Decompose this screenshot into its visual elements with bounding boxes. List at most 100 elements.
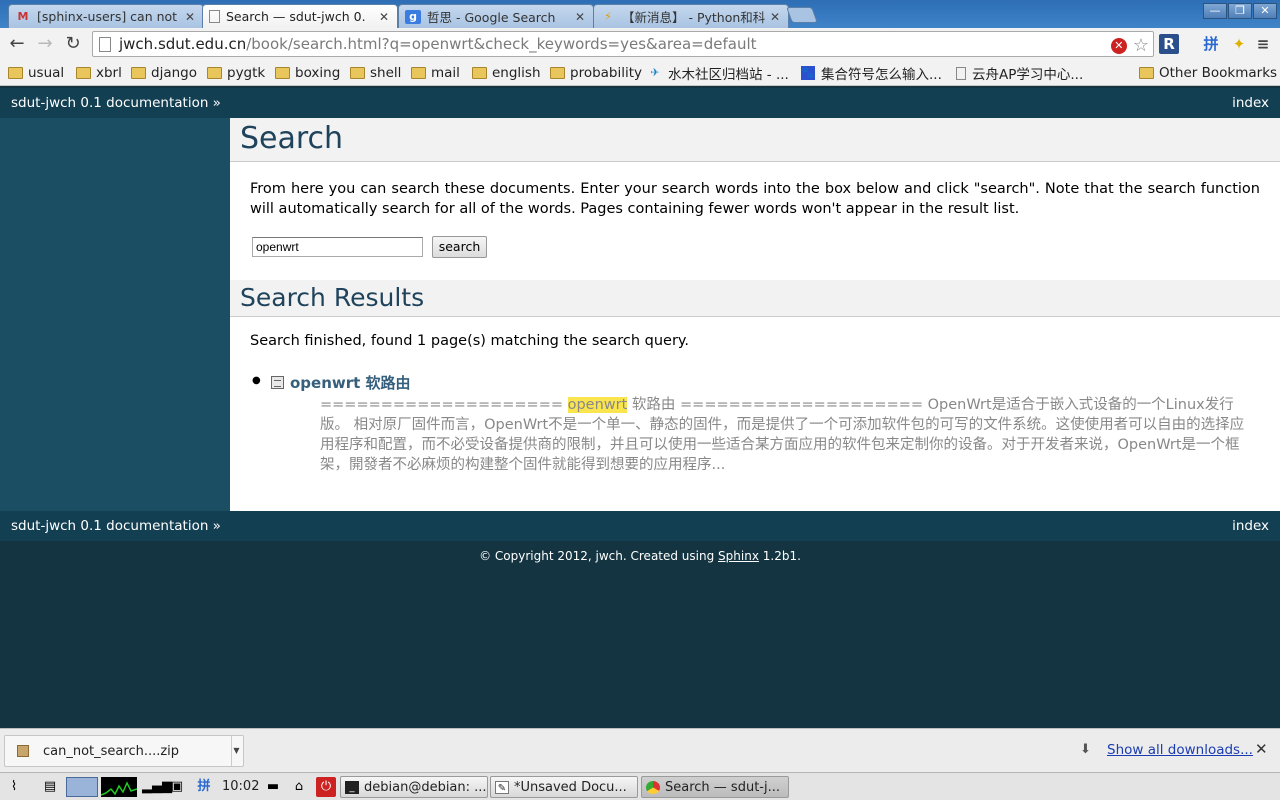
maximize-button[interactable]: ❐ <box>1228 3 1252 19</box>
bookmark-link[interactable]: 云舟AP学习中心... <box>956 64 1083 83</box>
main-content: Search From here you can search these do… <box>230 118 1280 511</box>
tab-label: 哲思 - Google Search <box>427 10 556 25</box>
folder-icon <box>411 67 426 79</box>
tab-label: [sphinx-users] can not <box>37 9 178 24</box>
bookmark-folder[interactable]: xbrl <box>76 64 122 82</box>
footer: © Copyright 2012, jwch. Created using Sp… <box>0 541 1280 728</box>
index-link[interactable]: index <box>1232 511 1269 541</box>
close-icon[interactable]: ✕ <box>183 10 197 24</box>
tab-python[interactable]: ⚡ 【新消息】 - Python和科 ✕ <box>593 4 789 28</box>
gmail-icon: M <box>17 10 29 23</box>
document-icon <box>271 376 284 389</box>
folder-icon <box>1139 67 1154 79</box>
bookmark-label: Other Bookmarks <box>1159 65 1278 81</box>
new-tab-button[interactable] <box>786 7 818 23</box>
index-link[interactable]: index <box>1232 88 1269 118</box>
task-chrome[interactable]: Search — sdut-j... <box>641 776 789 798</box>
folder-icon <box>550 67 565 79</box>
workspace-icon[interactable] <box>66 777 98 797</box>
clock: 10:02 <box>222 779 260 794</box>
folder-icon <box>275 67 290 79</box>
blocked-icon[interactable]: ✕ <box>1110 37 1127 54</box>
result-title-link[interactable]: openwrt 软路由 <box>290 372 411 393</box>
bookmark-label: 集合符号怎么输入... <box>821 67 942 83</box>
bookmark-label: usual <box>28 65 65 81</box>
tab-gmail[interactable]: M [sphinx-users] can not ✕ <box>8 4 204 28</box>
page-icon <box>956 66 966 80</box>
bookmark-folder[interactable]: mail <box>411 64 460 82</box>
file-manager-icon[interactable]: ▤ <box>40 777 60 797</box>
menu-icon[interactable]: ≡ <box>1253 34 1273 54</box>
bookmark-label: probability <box>570 65 643 81</box>
bookmark-link[interactable]: ✈ 水木社区归档站 - ... <box>648 64 789 83</box>
tab-label: 【新消息】 - Python和科 <box>622 10 766 25</box>
lightning-icon: ⚡ <box>604 10 612 23</box>
folder-icon <box>350 67 365 79</box>
tab-search[interactable]: Search — sdut-jwch 0. ✕ <box>202 4 398 28</box>
download-item[interactable]: can_not_search....zip ▼ <box>4 735 244 767</box>
tab-google[interactable]: g 哲思 - Google Search ✕ <box>398 4 594 28</box>
task-terminal[interactable]: _ debian@debian: ... <box>340 776 488 798</box>
download-filename: can_not_search....zip <box>43 744 180 759</box>
bookmark-label: django <box>151 65 197 81</box>
other-bookmarks[interactable]: Other Bookmarks <box>1139 64 1277 82</box>
lock-screen-icon[interactable]: ⌂ <box>289 777 309 797</box>
address-bar[interactable]: jwch.sdut.edu.cn/book/search.html?q=open… <box>92 31 1154 57</box>
show-all-downloads-link[interactable]: Show all downloads... <box>1107 742 1253 758</box>
bookmark-folder[interactable]: shell <box>350 64 401 82</box>
download-shelf: can_not_search....zip ▼ ⬇ Show all downl… <box>0 728 1280 772</box>
taskbar: ⌇ ▤ ▂▄▆ ▣ 拼 10:02 ▬ ⌂ ⏻ _ debian@debian: … <box>0 772 1280 800</box>
folder-icon <box>472 67 487 79</box>
reload-icon[interactable]: ↻ <box>62 33 84 55</box>
snippet-highlight: openwrt <box>567 397 628 413</box>
newsmth-icon: ✈ <box>650 66 660 79</box>
start-menu-icon[interactable]: ⌇ <box>4 777 24 797</box>
bullet-icon: ● <box>252 375 261 386</box>
pinyin-icon[interactable]: 拼 <box>1201 34 1221 54</box>
sidebar <box>0 118 230 511</box>
bookmark-folder[interactable]: english <box>472 64 541 82</box>
bookmark-folder[interactable]: boxing <box>275 64 340 82</box>
minimize-button[interactable]: — <box>1203 3 1227 19</box>
close-window-button[interactable]: ✕ <box>1253 3 1277 19</box>
tab-label: Search — sdut-jwch 0. <box>226 9 366 24</box>
docs-home-link[interactable]: sdut-jwch 0.1 documentation » <box>11 511 221 541</box>
folder-icon <box>76 67 91 79</box>
search-intro: From here you can search these documents… <box>250 181 1260 217</box>
bookmark-folder[interactable]: django <box>131 64 197 82</box>
bookmark-folder[interactable]: probability <box>550 64 642 82</box>
back-icon[interactable]: ← <box>6 33 28 55</box>
page-icon <box>209 10 220 23</box>
close-icon[interactable]: ✕ <box>573 10 587 24</box>
task-editor[interactable]: ✎ *Unsaved Docu... <box>490 776 638 798</box>
bookmark-label: 水木社区归档站 - ... <box>668 67 789 83</box>
close-icon[interactable]: ✕ <box>377 10 391 24</box>
star-icon[interactable]: ☆ <box>1133 35 1149 56</box>
browser-toolbar: ← → ↻ jwch.sdut.edu.cn/book/search.html?… <box>0 28 1280 60</box>
forward-icon[interactable]: → <box>34 33 56 55</box>
chevron-down-icon[interactable]: ▼ <box>231 736 241 766</box>
screenshot-icon[interactable]: ▬ <box>263 777 283 797</box>
docs-home-link[interactable]: sdut-jwch 0.1 documentation » <box>11 88 221 118</box>
page-icon <box>99 36 111 52</box>
bookmarks-bar: usual xbrl django pygtk boxing shell mai… <box>0 60 1280 86</box>
search-input[interactable] <box>252 237 423 257</box>
extension-r-icon[interactable]: R <box>1159 34 1179 54</box>
bookmark-link[interactable]: 🐾 集合符号怎么输入... <box>801 64 942 83</box>
top-relbar: sdut-jwch 0.1 documentation » index <box>0 88 1280 118</box>
bookmark-folder[interactable]: usual <box>8 64 64 82</box>
power-icon[interactable]: ⏻ <box>316 777 336 797</box>
pinyin-icon[interactable]: 拼 <box>194 777 214 797</box>
bookmark-folder[interactable]: pygtk <box>207 64 265 82</box>
bookmark-label: english <box>492 65 541 81</box>
sphinx-link[interactable]: Sphinx <box>718 549 759 563</box>
sparkle-icon[interactable]: ✦ <box>1229 34 1249 54</box>
url-path: /book/search.html?q=openwrt&check_keywor… <box>246 35 757 53</box>
close-icon[interactable]: ✕ <box>1255 740 1268 758</box>
close-icon[interactable]: ✕ <box>768 10 782 24</box>
bookmark-label: boxing <box>295 65 341 81</box>
task-label: Search — sdut-j... <box>665 779 780 795</box>
network-icon[interactable]: ▂▄▆ <box>142 777 172 797</box>
display-icon[interactable]: ▣ <box>167 777 187 797</box>
search-button[interactable]: search <box>432 236 487 258</box>
